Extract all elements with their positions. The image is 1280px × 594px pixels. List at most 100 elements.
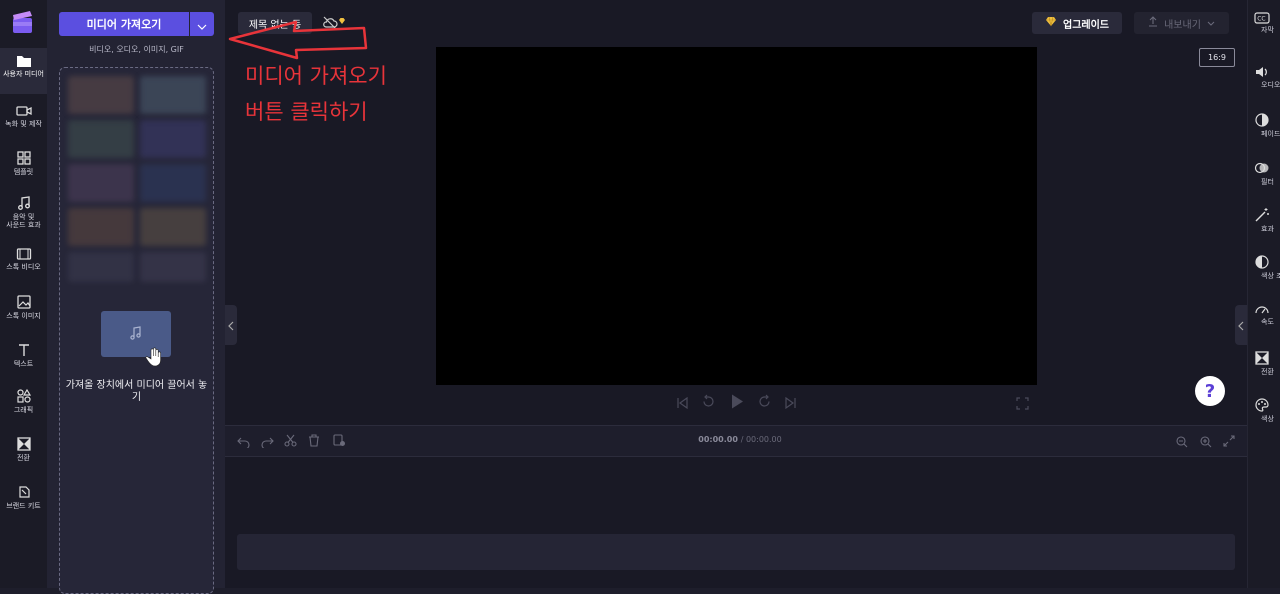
- right-sidebar: CC 자막 오디오 페이드 필터 효과 색상 조 속도 전환 색상: [1247, 0, 1280, 588]
- play-icon[interactable]: [729, 393, 745, 414]
- captions-icon: CC: [1248, 12, 1280, 24]
- fullscreen-icon[interactable]: [1016, 395, 1029, 414]
- fit-timeline-icon[interactable]: [1223, 432, 1235, 451]
- prop-fade[interactable]: 페이드: [1248, 112, 1280, 139]
- prop-captions[interactable]: CC 자막: [1248, 12, 1280, 35]
- nav-item-my-media[interactable]: 사용자 미디어: [0, 48, 47, 94]
- chevron-left-icon: [228, 316, 234, 335]
- app-logo-icon: [10, 10, 36, 40]
- trash-icon[interactable]: [308, 432, 320, 451]
- zoom-in-icon[interactable]: [1200, 433, 1212, 452]
- zoom-out-icon[interactable]: [1176, 433, 1188, 452]
- annotation-text-line2: 버튼 클릭하기: [245, 100, 368, 124]
- duplicate-icon[interactable]: [333, 432, 346, 451]
- nav-item-templates[interactable]: 템플릿: [0, 150, 47, 186]
- upgrade-button[interactable]: 업그레이드: [1032, 12, 1122, 34]
- nav-label: 녹화 및 제작: [5, 120, 42, 128]
- transition-icon: [0, 436, 47, 452]
- hand-cursor-icon: [145, 347, 163, 371]
- folder-icon: [0, 54, 47, 68]
- help-button[interactable]: ?: [1195, 376, 1225, 406]
- chevron-down-icon: [197, 15, 207, 34]
- rewind-5s-icon[interactable]: [701, 394, 716, 413]
- collapse-panel-button[interactable]: [225, 305, 237, 345]
- diamond-icon: [1045, 16, 1057, 30]
- image-icon: [0, 294, 47, 310]
- prop-effects[interactable]: 효과: [1248, 207, 1280, 234]
- nav-label: 사용자 미디어: [3, 70, 44, 78]
- templates-icon: [0, 150, 47, 166]
- export-label: 내보내기: [1164, 19, 1201, 31]
- nav-item-transitions[interactable]: 전환: [0, 436, 47, 472]
- speaker-icon: [1248, 65, 1280, 79]
- drop-media-illustration: [101, 311, 171, 367]
- music-note-icon: [129, 325, 143, 345]
- prop-color[interactable]: 색상: [1248, 397, 1280, 424]
- annotation-text-line1: 미디어 가져오기: [245, 64, 387, 88]
- prop-label: 페이드: [1261, 130, 1280, 138]
- annotation-arrow: [228, 20, 368, 60]
- filter-icon: [1248, 160, 1280, 176]
- magic-wand-icon: [1248, 207, 1280, 223]
- film-icon: [0, 247, 47, 261]
- video-preview: [436, 47, 1037, 385]
- prop-label: 전환: [1261, 368, 1274, 376]
- scissors-icon[interactable]: [284, 432, 297, 451]
- speed-icon: [1248, 302, 1280, 316]
- nav-item-brand-kit[interactable]: 브랜드 키트: [0, 484, 47, 520]
- skip-to-start-icon[interactable]: [675, 395, 689, 414]
- upload-icon: [1148, 16, 1158, 30]
- nav-label: 스톡 이미지: [6, 312, 41, 320]
- prop-label: 자막: [1261, 26, 1274, 34]
- brand-kit-icon: [0, 484, 47, 500]
- video-camera-icon: [0, 104, 47, 118]
- skip-to-end-icon[interactable]: [784, 395, 798, 414]
- prop-label: 속도: [1261, 318, 1274, 326]
- fade-icon: [1248, 112, 1280, 128]
- left-sidebar: 사용자 미디어 녹화 및 제작 템플릿 음악 및 사운드 효과 스톡 비디오 스…: [0, 0, 47, 588]
- nav-item-text[interactable]: 텍스트: [0, 342, 47, 378]
- prop-audio[interactable]: 오디오: [1248, 65, 1280, 90]
- transition-icon: [1248, 350, 1280, 366]
- aspect-ratio-button[interactable]: 16:9: [1199, 48, 1235, 67]
- timeline-track[interactable]: [237, 534, 1235, 570]
- nav-label: 브랜드 키트: [6, 502, 41, 510]
- prop-label: 효과: [1261, 225, 1274, 233]
- prop-label: 색상 조: [1261, 272, 1280, 280]
- nav-label: 스톡 비디오: [6, 263, 41, 271]
- collapse-properties-button[interactable]: [1235, 305, 1247, 345]
- prop-filter[interactable]: 필터: [1248, 160, 1280, 187]
- redo-icon[interactable]: [261, 433, 274, 452]
- prop-label: 필터: [1261, 178, 1274, 186]
- palette-icon: [1248, 397, 1280, 413]
- music-icon: [0, 195, 47, 211]
- forward-5s-icon[interactable]: [757, 394, 772, 413]
- prop-color-adjust[interactable]: 색상 조: [1248, 254, 1280, 281]
- prop-speed[interactable]: 속도: [1248, 302, 1280, 327]
- supported-types-text: 비디오, 오디오, 이미지, GIF: [89, 45, 184, 54]
- nav-item-graphics[interactable]: 그래픽: [0, 388, 47, 424]
- color-adjust-icon: [1248, 254, 1280, 270]
- import-media-button[interactable]: 미디어 가져오기: [59, 12, 189, 36]
- nav-label: 템플릿: [13, 168, 34, 176]
- export-button[interactable]: 내보내기: [1134, 12, 1229, 34]
- shapes-icon: [0, 388, 47, 404]
- prop-transition[interactable]: 전환: [1248, 350, 1280, 377]
- timecode: 00:00.00 / 00:00.00: [640, 435, 840, 444]
- nav-item-music-sfx[interactable]: 음악 및 사운드 효과: [0, 195, 47, 239]
- undo-icon[interactable]: [237, 433, 250, 452]
- nav-item-record-create[interactable]: 녹화 및 제작: [0, 104, 47, 140]
- nav-label: 음악 및 사운드 효과: [6, 213, 41, 229]
- prop-label: 오디오: [1261, 81, 1280, 89]
- import-dropdown-button[interactable]: [190, 12, 214, 36]
- drop-instruction-text: 가져올 장치에서 미디어 끌어서 놓기: [65, 380, 208, 403]
- nav-label: 텍스트: [13, 360, 34, 368]
- prop-label: 색상: [1261, 415, 1274, 423]
- current-time: 00:00.00: [698, 435, 738, 444]
- nav-item-stock-image[interactable]: 스톡 이미지: [0, 294, 47, 330]
- text-icon: [0, 342, 47, 358]
- nav-item-stock-video[interactable]: 스톡 비디오: [0, 247, 47, 283]
- upgrade-label: 업그레이드: [1063, 19, 1109, 31]
- svg-text:CC: CC: [1257, 16, 1265, 23]
- nav-label: 전환: [17, 454, 30, 462]
